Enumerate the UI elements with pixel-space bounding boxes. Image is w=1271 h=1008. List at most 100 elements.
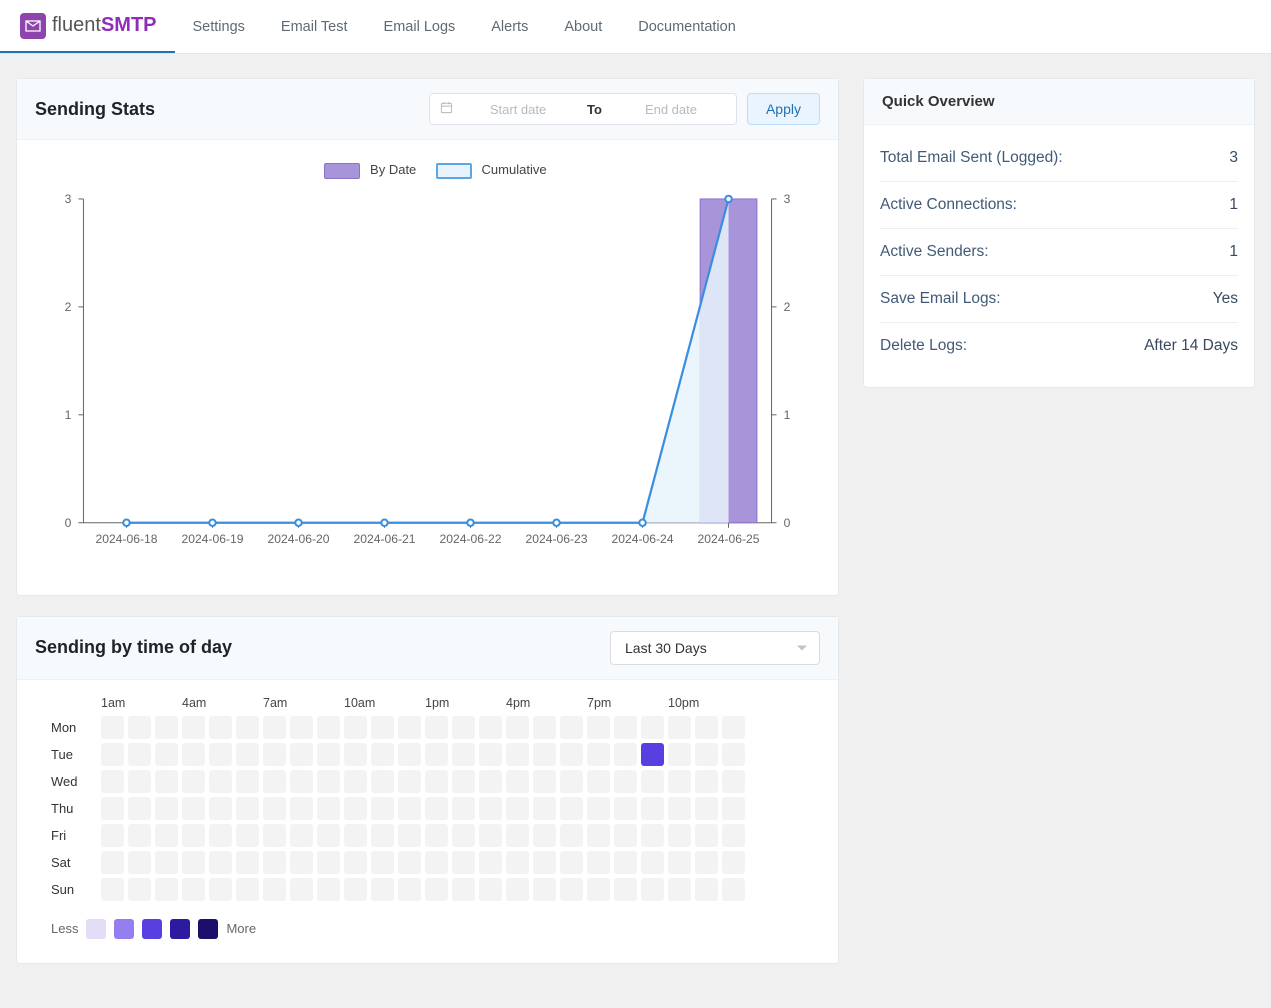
heat-cell[interactable] bbox=[641, 743, 664, 766]
heat-cell[interactable] bbox=[317, 770, 340, 793]
heat-cell[interactable] bbox=[614, 770, 637, 793]
heat-cell[interactable] bbox=[209, 797, 232, 820]
heat-cell[interactable] bbox=[614, 743, 637, 766]
heat-cell[interactable] bbox=[641, 851, 664, 874]
heat-cell[interactable] bbox=[614, 824, 637, 847]
heat-cell[interactable] bbox=[398, 716, 421, 739]
nav-email-test[interactable]: Email Test bbox=[263, 0, 366, 53]
heat-cell[interactable] bbox=[479, 716, 502, 739]
heat-cell[interactable] bbox=[425, 743, 448, 766]
heat-cell[interactable] bbox=[695, 797, 718, 820]
heat-cell[interactable] bbox=[695, 716, 718, 739]
heat-cell[interactable] bbox=[560, 716, 583, 739]
date-range-input[interactable]: To bbox=[429, 93, 737, 125]
heat-cell[interactable] bbox=[290, 878, 313, 901]
heat-cell[interactable] bbox=[236, 716, 259, 739]
heat-cell[interactable] bbox=[587, 716, 610, 739]
heat-cell[interactable] bbox=[641, 797, 664, 820]
heat-cell[interactable] bbox=[668, 716, 691, 739]
heat-cell[interactable] bbox=[371, 716, 394, 739]
brand-logo[interactable]: fluentSMTP bbox=[0, 0, 175, 53]
heat-cell[interactable] bbox=[182, 824, 205, 847]
heat-cell[interactable] bbox=[506, 716, 529, 739]
heat-cell[interactable] bbox=[668, 743, 691, 766]
heat-cell[interactable] bbox=[722, 716, 745, 739]
heat-cell[interactable] bbox=[587, 770, 610, 793]
start-date-input[interactable] bbox=[463, 102, 573, 117]
heat-cell[interactable] bbox=[317, 716, 340, 739]
heat-cell[interactable] bbox=[506, 878, 529, 901]
heat-cell[interactable] bbox=[452, 851, 475, 874]
heat-cell[interactable] bbox=[452, 770, 475, 793]
heat-cell[interactable] bbox=[398, 824, 421, 847]
nav-about[interactable]: About bbox=[546, 0, 620, 53]
heat-cell[interactable] bbox=[290, 743, 313, 766]
end-date-input[interactable] bbox=[616, 102, 726, 117]
heat-cell[interactable] bbox=[182, 797, 205, 820]
heat-cell[interactable] bbox=[668, 878, 691, 901]
heat-cell[interactable] bbox=[128, 716, 151, 739]
heat-cell[interactable] bbox=[290, 770, 313, 793]
heat-cell[interactable] bbox=[614, 878, 637, 901]
heat-cell[interactable] bbox=[506, 851, 529, 874]
heat-cell[interactable] bbox=[452, 824, 475, 847]
heat-cell[interactable] bbox=[587, 797, 610, 820]
heat-cell[interactable] bbox=[479, 851, 502, 874]
heat-cell[interactable] bbox=[263, 824, 286, 847]
heat-cell[interactable] bbox=[371, 770, 394, 793]
heat-cell[interactable] bbox=[155, 797, 178, 820]
heat-cell[interactable] bbox=[209, 743, 232, 766]
heat-cell[interactable] bbox=[560, 851, 583, 874]
heat-cell[interactable] bbox=[209, 878, 232, 901]
heat-cell[interactable] bbox=[722, 770, 745, 793]
heat-cell[interactable] bbox=[182, 770, 205, 793]
heat-cell[interactable] bbox=[425, 716, 448, 739]
nav-settings[interactable]: Settings bbox=[175, 0, 263, 53]
heat-cell[interactable] bbox=[533, 716, 556, 739]
heat-cell[interactable] bbox=[101, 824, 124, 847]
heat-cell[interactable] bbox=[695, 743, 718, 766]
heat-cell[interactable] bbox=[344, 878, 367, 901]
heat-cell[interactable] bbox=[614, 716, 637, 739]
nav-documentation[interactable]: Documentation bbox=[620, 0, 754, 53]
heat-cell[interactable] bbox=[722, 797, 745, 820]
heat-cell[interactable] bbox=[695, 878, 718, 901]
heat-cell[interactable] bbox=[533, 824, 556, 847]
heat-cell[interactable] bbox=[209, 770, 232, 793]
heat-cell[interactable] bbox=[398, 743, 421, 766]
heat-cell[interactable] bbox=[641, 770, 664, 793]
heat-cell[interactable] bbox=[290, 716, 313, 739]
heat-cell[interactable] bbox=[236, 797, 259, 820]
heat-cell[interactable] bbox=[101, 851, 124, 874]
heat-cell[interactable] bbox=[290, 824, 313, 847]
heat-cell[interactable] bbox=[533, 797, 556, 820]
heat-cell[interactable] bbox=[479, 770, 502, 793]
heat-cell[interactable] bbox=[506, 824, 529, 847]
heat-cell[interactable] bbox=[371, 743, 394, 766]
heat-cell[interactable] bbox=[344, 743, 367, 766]
heat-cell[interactable] bbox=[614, 797, 637, 820]
heat-cell[interactable] bbox=[209, 851, 232, 874]
heat-cell[interactable] bbox=[290, 797, 313, 820]
heat-cell[interactable] bbox=[155, 851, 178, 874]
nav-email-logs[interactable]: Email Logs bbox=[366, 0, 474, 53]
heat-cell[interactable] bbox=[452, 797, 475, 820]
heat-cell[interactable] bbox=[344, 770, 367, 793]
heat-cell[interactable] bbox=[506, 797, 529, 820]
heat-cell[interactable] bbox=[317, 851, 340, 874]
heat-cell[interactable] bbox=[425, 797, 448, 820]
heat-cell[interactable] bbox=[182, 743, 205, 766]
heat-cell[interactable] bbox=[452, 878, 475, 901]
heat-cell[interactable] bbox=[236, 824, 259, 847]
heat-cell[interactable] bbox=[668, 797, 691, 820]
heat-cell[interactable] bbox=[587, 851, 610, 874]
heat-cell[interactable] bbox=[452, 743, 475, 766]
heat-cell[interactable] bbox=[425, 824, 448, 847]
heat-cell[interactable] bbox=[425, 878, 448, 901]
heat-cell[interactable] bbox=[560, 878, 583, 901]
heat-cell[interactable] bbox=[155, 770, 178, 793]
heat-cell[interactable] bbox=[101, 878, 124, 901]
heat-cell[interactable] bbox=[317, 824, 340, 847]
heat-cell[interactable] bbox=[128, 770, 151, 793]
heat-cell[interactable] bbox=[587, 878, 610, 901]
